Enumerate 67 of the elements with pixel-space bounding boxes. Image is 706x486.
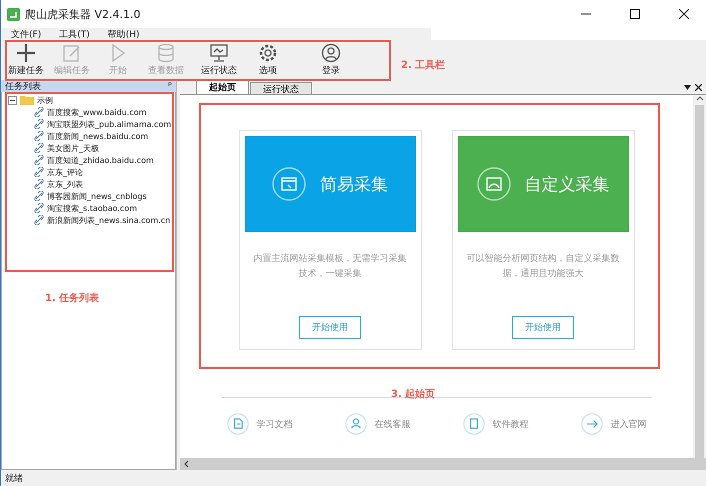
dropdown-icon[interactable] — [684, 85, 691, 90]
browser-icon — [272, 167, 306, 201]
window-title: 爬山虎采集器 V2.4.1.0 — [25, 6, 142, 22]
tree-item[interactable]: 博客园新闻_news_cnblogs — [47, 190, 147, 202]
panel-title: 任务列表 — [5, 80, 41, 92]
vertical-scrollbar[interactable] — [693, 95, 706, 458]
folder-icon — [20, 95, 34, 105]
database-icon — [156, 43, 176, 63]
user-icon — [344, 413, 366, 435]
card-description: 内置主流网站采集模板，无需学习采集技术，一键采集 — [252, 252, 408, 281]
tree-item[interactable]: 示例 — [37, 94, 53, 106]
plus-icon — [16, 43, 36, 63]
link-icon — [34, 131, 44, 141]
link-icon — [34, 191, 44, 201]
scroll-left-icon[interactable] — [183, 460, 189, 468]
menu-item[interactable]: 文件(F) — [11, 28, 42, 40]
tree-item[interactable]: 美女图片_天极 — [47, 142, 99, 154]
toolbar-button[interactable]: 登录 — [291, 41, 371, 79]
menu-item[interactable]: 帮助(H) — [108, 28, 140, 40]
link-icon — [34, 155, 44, 165]
tree-item[interactable]: 百度新闻_news.baidu.com — [47, 130, 148, 142]
toolbar-button[interactable]: 选项 — [245, 41, 291, 79]
menu-item[interactable]: 工具(T) — [59, 28, 90, 40]
collapse-icon[interactable] — [8, 96, 17, 104]
link-icon — [34, 119, 44, 129]
pencil-icon — [62, 43, 82, 63]
annotation-label: 3. 起始页 — [391, 388, 436, 401]
link-icon — [34, 215, 44, 225]
settings-icon — [258, 43, 278, 63]
toolbar-button[interactable]: 运行状态 — [193, 41, 245, 79]
maximize-icon[interactable] — [630, 9, 640, 19]
annotation-label: 2. 工具栏 — [401, 58, 446, 72]
window-chart-icon — [476, 167, 510, 201]
scroll-up-icon[interactable] — [696, 95, 704, 101]
tree-item[interactable]: 京东_列表 — [47, 178, 83, 190]
tree-item[interactable]: 淘宝搜索_s.taobao.com — [47, 202, 138, 214]
horizontal-scrollbar[interactable] — [180, 458, 706, 470]
link-icon — [34, 179, 44, 189]
link-icon — [34, 203, 44, 213]
close-icon[interactable] — [695, 84, 702, 91]
tree-item[interactable]: 百度搜索_www.baidu.com — [47, 106, 146, 118]
tab[interactable]: 起始页 — [196, 80, 249, 94]
footer-link[interactable]: 在线客服 — [344, 413, 410, 435]
card-title: 自定义采集 — [524, 174, 610, 196]
close-icon[interactable] — [679, 9, 689, 19]
tree-item[interactable]: 淘宝联盟列表_pub.alimama.com — [47, 118, 172, 130]
tree-item[interactable]: 京东_评论 — [47, 166, 83, 178]
pin-icon[interactable]: ᵖ — [168, 81, 172, 91]
footer-link[interactable]: 进入官网 — [580, 413, 646, 435]
tree-item[interactable]: 新浪新闻列表_news.sina.com.cn — [47, 214, 170, 226]
document-icon — [226, 413, 248, 435]
book-icon — [462, 413, 484, 435]
status-text: 就绪 — [1, 470, 706, 486]
link-icon — [34, 143, 44, 153]
card-title: 简易采集 — [320, 174, 388, 196]
footer-link[interactable]: 学习文档 — [226, 413, 292, 435]
toolbar-button[interactable]: 新建任务 — [5, 41, 47, 79]
user-icon — [321, 43, 341, 63]
footer-link[interactable]: 软件教程 — [462, 413, 528, 435]
link-icon — [34, 107, 44, 117]
link-icon — [34, 167, 44, 177]
monitor-icon — [209, 43, 229, 63]
app-logo-icon — [7, 8, 20, 20]
tab[interactable]: 运行状态 — [250, 82, 312, 94]
annotation-label: 1. 任务列表 — [45, 292, 100, 305]
card-description: 可以智能分析网页结构，自定义采集数据，通用且功能强大 — [466, 252, 620, 281]
tree-item[interactable]: 百度知道_zhidao.baidu.com — [47, 154, 154, 166]
